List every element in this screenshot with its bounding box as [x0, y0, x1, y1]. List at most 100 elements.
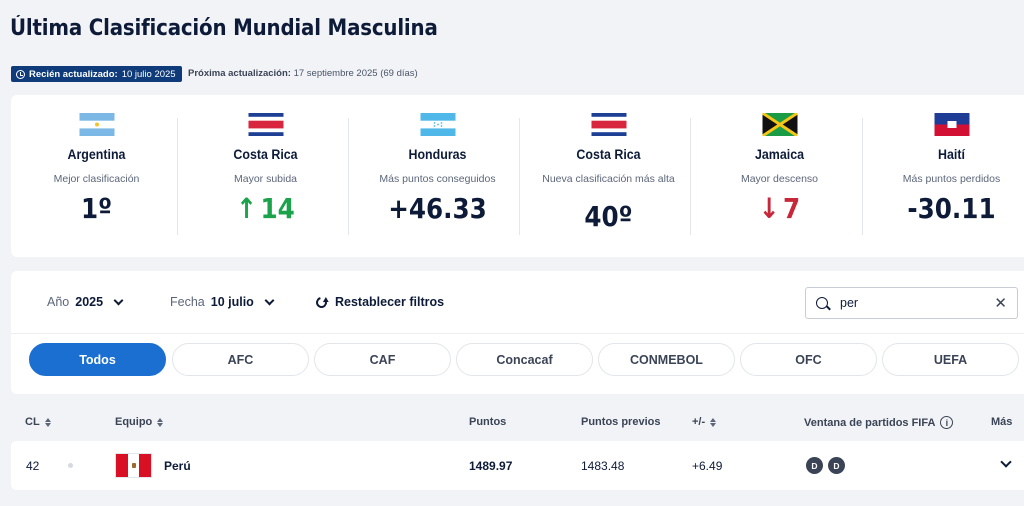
year-value: 2025: [75, 295, 104, 309]
info-icon[interactable]: i: [940, 416, 954, 429]
highlight-best-ranking[interactable]: Argentina Mejor clasificación 1º: [11, 95, 182, 257]
column-previous-points: Puntos previos: [581, 416, 660, 428]
next-update-date: 17 septiembre 2025 (69 días): [293, 68, 418, 79]
highlight-description: Más puntos conseguidos: [379, 173, 496, 185]
chevron-down-icon[interactable]: [1000, 456, 1012, 468]
arrow-down-icon: ↓: [758, 192, 780, 225]
tab-afc[interactable]: AFC: [172, 343, 309, 376]
highlight-new-highest-ranking[interactable]: Costa Rica Nueva clasificación más alta …: [523, 95, 694, 257]
row-points: 1489.97: [469, 459, 513, 473]
year-label: Año: [47, 295, 70, 309]
next-update: Próxima actualización: 17 septiembre 202…: [188, 68, 418, 79]
highlight-value: -30.11: [907, 192, 996, 225]
highlight-value: ↑ 14: [190, 192, 340, 225]
column-more-label: Más: [991, 416, 1013, 428]
column-team[interactable]: Equipo: [115, 416, 164, 428]
tab-conmebol[interactable]: CONMEBOL: [598, 343, 735, 376]
row-difference: +6.49: [692, 459, 723, 473]
honduras-flag-icon: [420, 113, 455, 136]
highlight-description: Mayor subida: [233, 173, 298, 185]
argentina-flag-icon: [79, 113, 114, 136]
highlight-country: Costa Rica: [576, 147, 641, 162]
column-match-window: Ventana de partidos FIFA i: [804, 416, 954, 429]
match-result-badge: D: [806, 457, 823, 474]
row-previous-points: 1483.48: [581, 459, 625, 473]
date-label: Fecha: [170, 295, 205, 309]
reset-filters-label: Restablecer filtros: [335, 295, 445, 309]
column-difference-label: +/-: [692, 416, 706, 428]
tab-concacaf[interactable]: Concacaf: [456, 343, 593, 376]
highlight-most-points-gained[interactable]: Honduras Más puntos conseguidos +46.33: [352, 95, 523, 257]
costa-rica-flag-icon: [591, 113, 626, 136]
highlight-country: Argentina: [67, 147, 126, 162]
divider: [519, 118, 520, 235]
search-box[interactable]: ✕: [805, 287, 1018, 319]
costa-rica-flag-icon: [248, 113, 283, 136]
match-result-badge: D: [828, 457, 845, 474]
highlight-value-number: 14: [260, 192, 295, 225]
search-input[interactable]: [840, 296, 990, 310]
jamaica-flag-icon: [762, 113, 797, 136]
next-update-label: Próxima actualización:: [188, 68, 291, 79]
highlight-value: ↓ 7: [704, 192, 854, 225]
tab-ofc[interactable]: OFC: [740, 343, 877, 376]
column-more: Más: [991, 416, 1012, 428]
row-team-name[interactable]: Perú: [164, 459, 191, 473]
column-points-label: Puntos: [469, 416, 507, 428]
highlight-value: 40º: [584, 200, 633, 233]
highlight-country: Honduras: [408, 147, 467, 162]
tab-caf[interactable]: CAF: [314, 343, 451, 376]
highlight-description: Más puntos perdidos: [902, 173, 1001, 185]
column-difference[interactable]: +/-: [692, 416, 717, 428]
year-dropdown[interactable]: Año 2025: [47, 295, 124, 309]
date-value: 10 julio: [210, 295, 254, 309]
peru-flag-icon: [115, 453, 152, 478]
highlight-value: 1º: [80, 192, 113, 225]
highlight-most-points-lost[interactable]: Haití Más puntos perdidos -30.11: [866, 95, 1024, 257]
reset-filters-button[interactable]: Restablecer filtros: [313, 294, 445, 310]
column-previous-points-label: Puntos previos: [581, 416, 661, 428]
divider: [11, 333, 1024, 334]
divider: [177, 118, 178, 235]
updated-date: 10 julio 2025: [121, 68, 176, 80]
column-rank-label: CL: [25, 416, 40, 428]
table-row[interactable]: 42 Perú 1489.97 1483.48 +6.49 D D: [11, 441, 1024, 490]
row-rank: 42: [26, 459, 40, 473]
highlight-value-number: 7: [783, 192, 801, 225]
no-change-indicator: [68, 463, 73, 468]
tab-uefa[interactable]: UEFA: [882, 343, 1019, 376]
chevron-down-icon: [264, 295, 275, 306]
updated-badge: Recién actualizado: 10 julio 2025: [11, 66, 182, 82]
highlight-biggest-drop[interactable]: Jamaica Mayor descenso ↓ 7: [694, 95, 865, 257]
clock-icon: [16, 69, 25, 79]
arrow-up-icon: ↑: [236, 192, 257, 225]
highlight-country: Costa Rica: [233, 147, 298, 162]
filters-card: Año 2025 Fecha 10 julio Restablecer filt…: [11, 271, 1024, 394]
divider: [348, 118, 349, 235]
highlight-value: +46.33: [388, 192, 487, 225]
highlight-country: Haití: [938, 147, 965, 162]
chevron-down-icon: [113, 295, 124, 306]
updated-label: Recién actualizado:: [29, 68, 118, 80]
tab-todos[interactable]: Todos: [29, 343, 166, 376]
sort-icon: [710, 417, 717, 427]
highlight-description: Mejor clasificación: [53, 173, 140, 185]
page-title: Última Clasificación Mundial Masculina: [10, 16, 438, 41]
haiti-flag-icon: [934, 113, 969, 136]
sort-icon: [44, 417, 51, 427]
column-match-window-label: Ventana de partidos FIFA: [804, 416, 936, 429]
search-icon: [816, 297, 828, 309]
highlight-country: Jamaica: [754, 147, 805, 162]
highlight-description: Nueva clasificación más alta: [542, 173, 675, 185]
highlight-biggest-rise[interactable]: Costa Rica Mayor subida ↑ 14: [180, 95, 351, 257]
refresh-icon: [313, 294, 330, 310]
close-icon[interactable]: ✕: [994, 296, 1007, 311]
highlights-card: Argentina Mejor clasificación 1º Costa R…: [11, 95, 1024, 257]
sort-icon: [157, 417, 164, 427]
column-rank[interactable]: CL: [25, 416, 51, 428]
date-dropdown[interactable]: Fecha 10 julio: [170, 295, 275, 309]
divider: [690, 118, 691, 235]
table-header: CL Equipo Puntos Puntos previos +/- Vent…: [11, 408, 1024, 438]
highlight-description: Mayor descenso: [740, 173, 819, 185]
column-points: Puntos: [469, 416, 506, 428]
